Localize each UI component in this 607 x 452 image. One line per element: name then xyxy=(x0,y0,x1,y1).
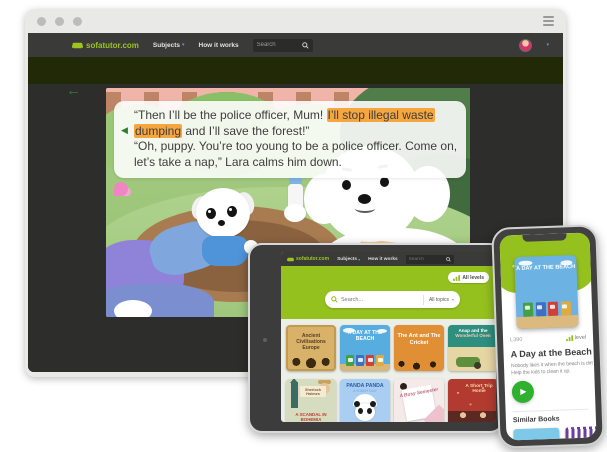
cover-art xyxy=(448,411,496,422)
tablet-mockup: sofatutor.com Subjects ▾ How it works Al… xyxy=(248,243,504,433)
all-levels-button[interactable]: All levels xyxy=(448,272,489,283)
phone-screen: ← A DAY AT THE BEACH L390 level A Day at… xyxy=(499,232,596,440)
search-input[interactable] xyxy=(409,257,446,262)
puppy-paw xyxy=(114,300,152,317)
cover-art xyxy=(291,382,298,408)
couch-icon xyxy=(72,42,83,49)
cloud xyxy=(343,328,355,333)
cover-art xyxy=(474,362,481,369)
avatar-chevron-icon[interactable]: ▾ xyxy=(546,42,549,48)
puppy-shirt xyxy=(202,236,248,266)
cover-art: Anap and the Wonderful Oven xyxy=(448,325,496,347)
tablet-camera xyxy=(263,338,267,342)
chevron-down-icon: ▾ xyxy=(358,257,360,262)
book-cover-a-short-trip-home[interactable]: A Short Trip Home xyxy=(448,379,496,422)
nav-how-it-works[interactable]: How it works xyxy=(199,42,239,49)
window-controls xyxy=(37,17,82,26)
nav-how-it-works[interactable]: How it works xyxy=(368,257,398,262)
book-grid: Ancient Civilisations Europe A DAY AT TH… xyxy=(281,319,496,422)
couch-icon xyxy=(287,257,294,262)
chevron-down-icon: ▾ xyxy=(182,42,185,48)
browser-menu-icon[interactable] xyxy=(543,16,554,26)
book-cover-ant-and-cricket[interactable]: The Ant and The Cricket xyxy=(394,325,444,371)
sofatutor-logo[interactable]: sofatutor.com xyxy=(287,256,329,262)
search-icon xyxy=(446,257,451,262)
audio-play-marker[interactable]: ◀ xyxy=(121,125,128,136)
level-code: L390 xyxy=(510,337,522,343)
phone-book-cover[interactable]: A DAY AT THE BEACH xyxy=(514,255,578,329)
similar-books-row: Bob's xyxy=(513,426,596,440)
level-indicator: level xyxy=(566,335,587,342)
site-navbar: sofatutor.com Subjects ▾ How it works ▾ xyxy=(28,33,563,57)
story-text-box: ◀ “Then I’ll be the police officer, Mum!… xyxy=(114,101,466,178)
book-cover-scandal-in-bohemia[interactable]: Sherlock Holmes A Scandal in Bohemia xyxy=(286,379,336,422)
cover-art xyxy=(394,359,444,371)
flower xyxy=(114,182,128,196)
nav-subjects[interactable]: Subjects ▾ xyxy=(153,42,185,49)
divider xyxy=(513,409,589,413)
page-header-band xyxy=(28,57,563,84)
nav-search[interactable] xyxy=(253,39,313,52)
book-cover-a-busy-semester[interactable]: A Busy Semester xyxy=(394,379,444,422)
cloud xyxy=(377,329,387,333)
book-title: A Day at the Beach xyxy=(510,346,592,359)
story-quote-2: “Oh, puppy. You’re too young to be a pol… xyxy=(134,139,458,170)
level-chart-icon xyxy=(453,275,460,281)
window-control-dot[interactable] xyxy=(37,17,46,26)
back-arrow[interactable]: ← xyxy=(66,84,81,98)
tablet-navbar: sofatutor.com Subjects ▾ How it works xyxy=(281,252,496,266)
user-avatar[interactable] xyxy=(519,39,532,52)
trash-bins xyxy=(516,301,578,317)
book-cover-panda-panda[interactable]: PANDA PANDA A RAINY DAY xyxy=(340,379,390,422)
nav-subjects[interactable]: Subjects ▾ xyxy=(337,257,360,262)
similar-book-striped[interactable] xyxy=(565,426,596,440)
sofatutor-logo[interactable]: sofatutor.com xyxy=(72,41,139,50)
book-meta: L390 level xyxy=(510,335,586,344)
tablet-search-bar[interactable]: All topics ▾ xyxy=(325,291,460,308)
trash-bins xyxy=(340,355,390,366)
search-input[interactable] xyxy=(257,42,302,48)
nav-search[interactable] xyxy=(406,255,454,264)
window-control-dot[interactable] xyxy=(73,17,82,26)
level-chart-icon xyxy=(566,335,573,341)
browser-titlebar xyxy=(25,9,566,33)
mother-paw xyxy=(284,204,306,222)
similar-books-heading: Similar Books xyxy=(513,416,560,425)
book-cover-anap-wonderful-oven[interactable]: Anap and the Wonderful Oven xyxy=(448,325,496,371)
play-button[interactable]: ▶ xyxy=(512,381,535,404)
book-cover-ancient-civilisations[interactable]: Ancient Civilisations Europe xyxy=(286,325,336,371)
chevron-down-icon: ▾ xyxy=(452,297,454,302)
book-description: Nobody likes it when the beach is dirty.… xyxy=(511,360,593,377)
search-icon xyxy=(331,296,338,303)
window-control-dot[interactable] xyxy=(55,17,64,26)
similar-book-bobs[interactable]: Bob's xyxy=(513,428,560,441)
cover-art xyxy=(288,356,334,369)
tablet-hero: All levels All topics ▾ xyxy=(281,266,496,319)
tablet-screen: sofatutor.com Subjects ▾ How it works Al… xyxy=(281,252,496,422)
story-quote-1: “Then I’ll be the police officer, Mum! I… xyxy=(134,108,458,139)
book-cover-a-day-at-the-beach[interactable]: A DAY AT THE BEACH xyxy=(340,325,390,371)
tablet-search-input[interactable] xyxy=(341,297,420,303)
cover-art xyxy=(516,315,578,329)
phone-mockup: ← A DAY AT THE BEACH L390 level A Day at… xyxy=(491,224,605,449)
all-topics-dropdown[interactable]: All topics ▾ xyxy=(423,295,454,305)
screenshot-canvas: sofatutor.com Subjects ▾ How it works ▾ … xyxy=(0,0,607,452)
panda xyxy=(355,403,375,421)
search-icon xyxy=(302,42,309,49)
logo-text: sofatutor.com xyxy=(86,41,139,50)
phone-back-arrow[interactable]: ← xyxy=(509,257,521,271)
play-icon: ▶ xyxy=(520,388,526,396)
